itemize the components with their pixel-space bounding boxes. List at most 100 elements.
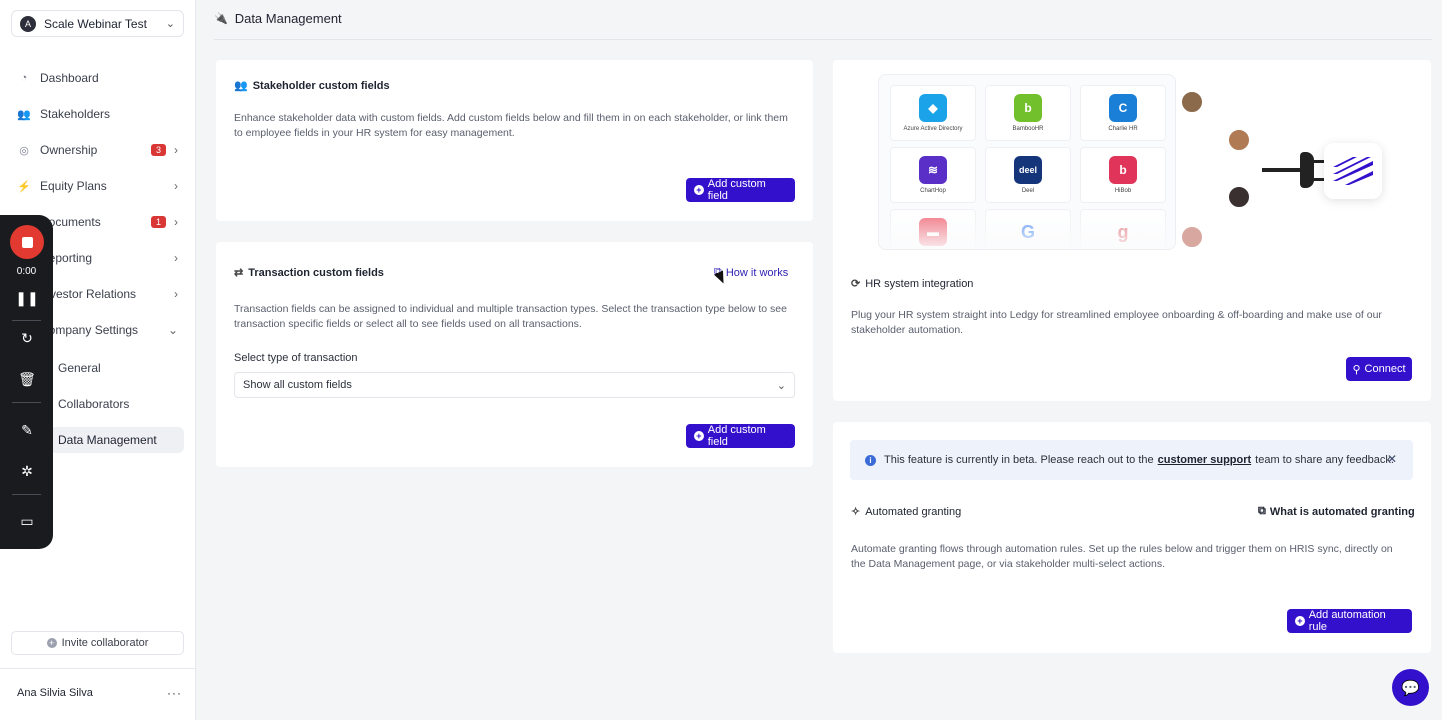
button-label: Add custom field [707,424,766,448]
plus-circle-icon: + [694,185,704,195]
card-title-text: Stakeholder custom fields [252,79,390,92]
card-title: 👥 Stakeholder custom fields [234,79,390,93]
chevron-right-icon: › [174,179,178,193]
chevron-right-icon: › [174,143,178,157]
card-title: ✧ Automated granting [851,505,962,519]
integration-tile: ◆ Azure Active Directory [890,85,976,141]
integration-name: BambooHR [1012,126,1044,132]
stop-recording-button[interactable] [10,225,44,259]
add-stakeholder-custom-field-button[interactable]: + Add custom field [686,178,795,202]
users-icon: 👥 [17,108,31,121]
recording-timer: 0:00 [16,266,37,277]
chevron-down-icon: ⌄ [776,379,786,392]
nav-item-stakeholders[interactable]: 👥 Stakeholders [11,100,184,128]
pause-icon[interactable]: ❚❚ [14,288,40,308]
magic-wand-icon: ✧ [851,506,861,518]
beta-text: This feature is currently in beta. Pleas… [884,454,1154,466]
integration-name: HiBob [1114,188,1132,194]
add-transaction-custom-field-button[interactable]: + Add custom field [686,424,795,448]
link-label: How it works [725,266,789,279]
integration-logo-icon: ◆ [919,94,947,122]
nav-item-ownership[interactable]: ◎ Ownership 3 › [11,136,184,164]
coins-icon: ◎ [19,144,29,157]
integration-logo-icon: deel [1014,156,1042,184]
transaction-type-select[interactable]: Show all custom fields ⌄ [234,372,795,398]
sync-icon: ⟳ [851,278,861,290]
card-title-text: Transaction custom fields [248,266,384,279]
nav-label: Investor Relations [40,287,137,301]
transaction-type-label: Select type of transaction [234,352,358,364]
desc-line: to employee fields in your HR system for… [234,127,515,139]
integration-tile: deel Deel [985,147,1071,203]
avatar [1180,225,1204,249]
chevron-down-icon: ⌄ [165,18,175,30]
fade-overlay [879,205,1175,249]
info-icon: i [865,454,876,466]
trash-icon[interactable]: 🗑 [14,369,40,389]
nav-subitem-collaborators[interactable]: Collaborators [48,391,184,417]
plus-circle-icon: + [1295,616,1305,626]
integration-logo-icon: b [1109,156,1137,184]
user-menu[interactable]: Ana Silvia Silva ··· [17,686,182,700]
card-description: Transaction fields can be assigned to in… [234,302,804,332]
nav-subitem-data-management[interactable]: Data Management [48,427,184,453]
desc-line: Transaction fields can be assigned to in… [234,303,787,315]
chevron-right-icon: › [174,215,178,229]
ledgy-stripes [1333,157,1373,185]
plug-icon [1300,152,1314,188]
customer-support-link[interactable]: customer support [1158,454,1252,466]
integration-name: Deel [1021,188,1035,194]
avatar [1180,90,1204,114]
integration-logo-icon: C [1109,94,1137,122]
nav-item-equity-plans[interactable]: ⚡ Equity Plans › [11,172,184,200]
card-title: ⟳ HR system integration [851,277,973,291]
workspace-switcher[interactable]: A Scale Webinar Test ⌄ [11,10,184,37]
restart-icon[interactable]: ↻ [14,328,40,348]
nav-subitem-general[interactable]: General [48,355,184,381]
camera-icon[interactable]: ▭ [14,511,40,531]
desc-line: Automate granting flows through automati… [851,543,1393,555]
chat-support-button[interactable]: 💬 [1392,669,1429,706]
card-title-text: Automated granting [865,505,962,518]
link-label: What is automated granting [1269,505,1415,518]
add-automation-rule-button[interactable]: + Add automation rule [1287,609,1412,633]
recording-toolbar: 0:00 ❚❚ ↻ 🗑 ✎ ✲ ▭ [0,215,53,549]
chevron-down-icon: ⌄ [167,323,178,337]
what-is-automated-granting-link[interactable]: ⧉ What is automated granting [1258,505,1415,518]
nav-label: Company Settings [40,323,139,337]
ownership-badge: 3 [150,144,166,156]
plug-icon: ⚲ [1352,363,1361,376]
chevron-right-icon: › [174,287,178,301]
plug-cable [1262,168,1302,172]
integration-tile: b HiBob [1080,147,1166,203]
nav-label: Equity Plans [40,179,107,193]
integration-tile: b BambooHR [985,85,1071,141]
user-name: Ana Silvia Silva [17,687,93,699]
dashboard-icon: ◔ [20,72,28,84]
swap-icon: ⇄ [234,267,244,279]
beta-notice: i This feature is currently in beta. Ple… [850,440,1413,480]
card-description: Enhance stakeholder data with custom fie… [234,111,804,141]
card-title: ⇄ Transaction custom fields [234,266,384,280]
invite-collaborator-button[interactable]: + Invite collaborator [11,631,184,655]
invite-label: Invite collaborator [61,637,149,649]
nav-label: Dashboard [40,71,99,85]
pencil-icon[interactable]: ✎ [14,420,40,440]
nav-item-dashboard[interactable]: ◔ Dashboard [11,64,184,92]
beta-text: team to share any feedback. [1255,454,1394,466]
divider [214,39,1432,40]
desc-line: Plug your HR system straight into Ledgy … [851,309,1382,321]
page-title: 🔌 Data Management [214,11,342,26]
desc-line: the Data Management page, or via stakeho… [851,558,1166,570]
close-icon[interactable]: ✕ [1387,452,1397,466]
more-icon[interactable]: ··· [167,686,182,700]
integration-logo-icon: ≋ [919,156,947,184]
button-label: Add automation rule [1308,609,1386,633]
nav-label: Stakeholders [40,107,111,121]
integration-name: Charlie HR [1108,126,1138,132]
connect-button[interactable]: ⚲ Connect [1346,357,1412,381]
effects-icon[interactable]: ✲ [14,461,40,481]
plus-circle-icon: + [694,431,704,441]
plug-icon: 🔌 [214,13,228,25]
users-icon: 👥 [234,80,248,92]
